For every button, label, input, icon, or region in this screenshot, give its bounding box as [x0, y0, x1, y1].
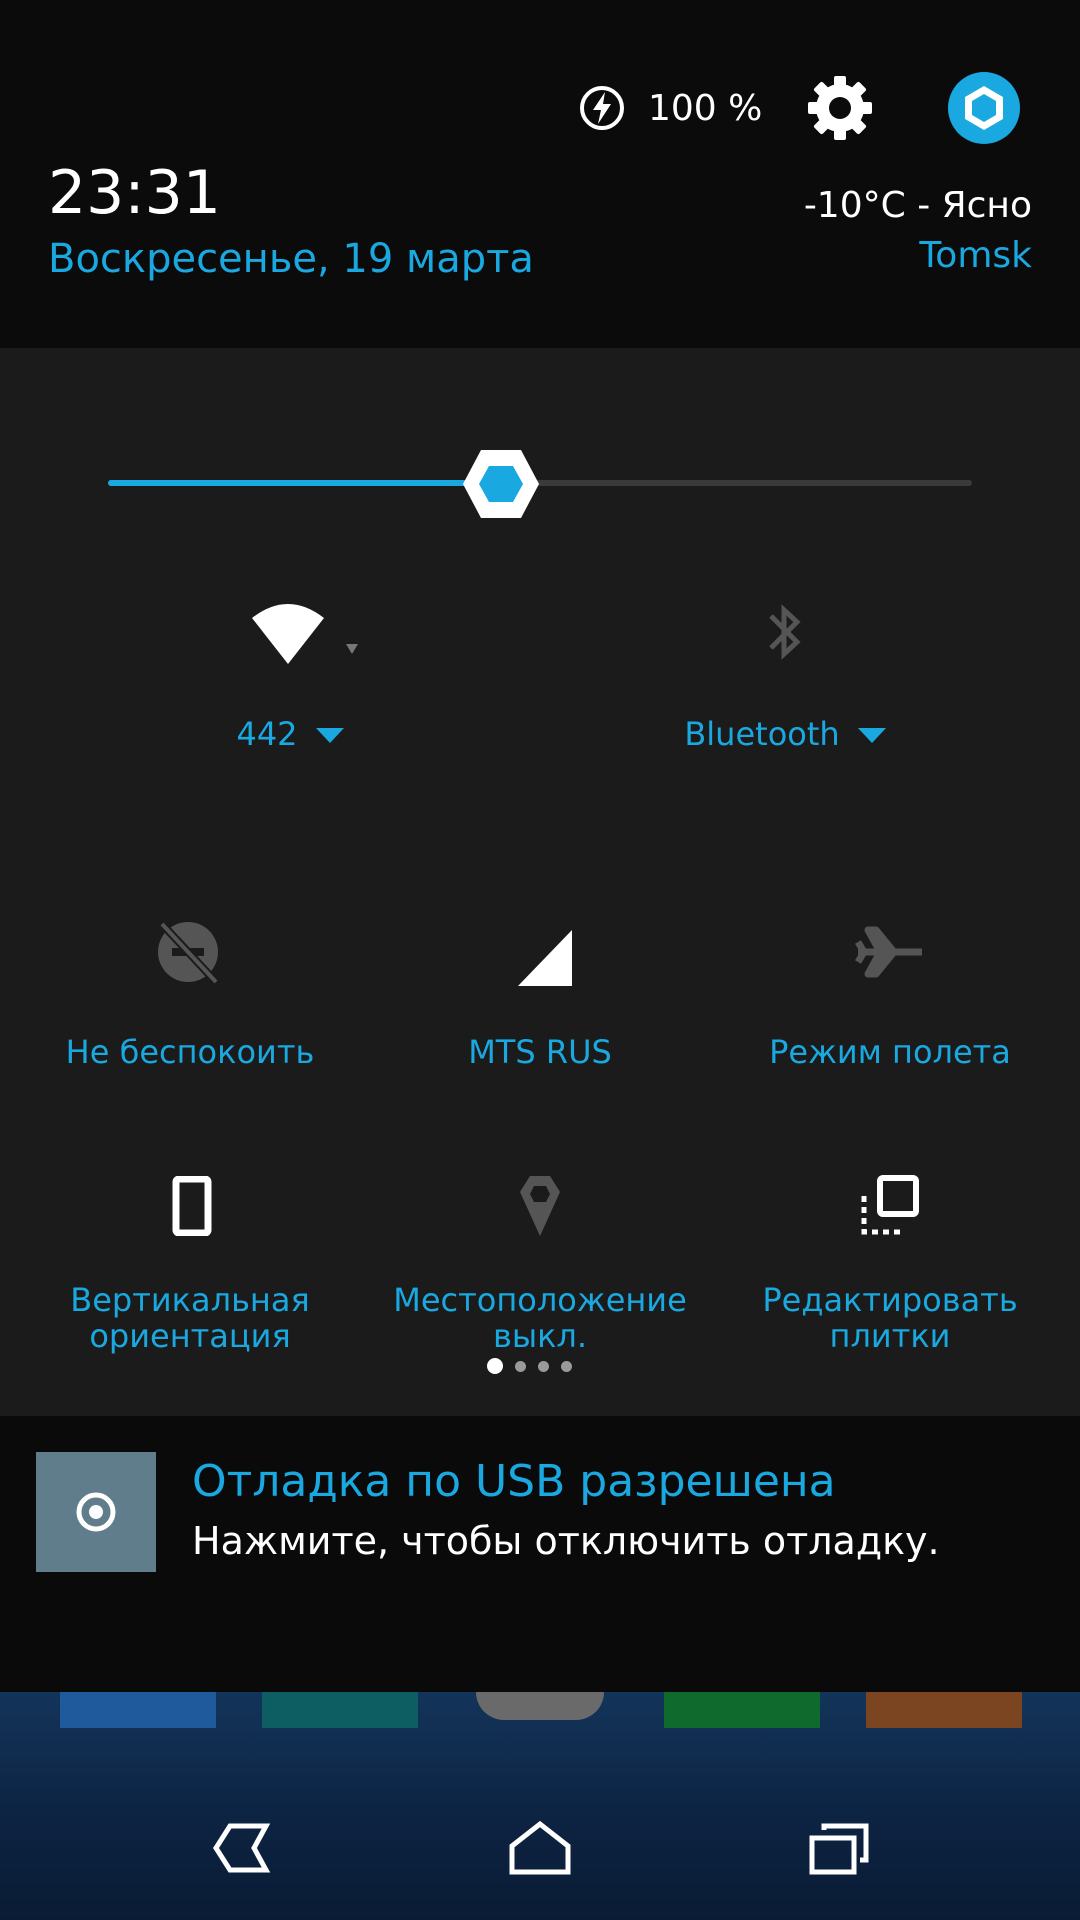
dock-app-2 [262, 1692, 418, 1728]
mobile-network-label: MTS RUS [468, 1033, 612, 1071]
cellular-signal-icon [518, 930, 572, 986]
page-dot[interactable] [515, 1360, 526, 1372]
notification-usb-debugging[interactable]: Отладка по USB разрешена Нажмите, чтобы … [0, 1416, 1080, 1692]
notification-title: Отладка по USB разрешена [192, 1456, 836, 1507]
tile-airplane-mode[interactable]: Режим полета [740, 908, 1040, 1070]
wifi-icon [252, 604, 358, 664]
location-label-line2: выкл. [492, 1317, 588, 1355]
bluetooth-dropdown-icon[interactable] [857, 727, 886, 743]
battery-charging-icon [580, 86, 624, 130]
weather-city[interactable]: Tomsk [919, 234, 1032, 278]
page-dot[interactable] [487, 1358, 503, 1374]
wifi-dropdown-icon[interactable] [315, 727, 344, 743]
dock-app-5 [866, 1692, 1022, 1728]
usb-debug-icon [76, 1492, 116, 1532]
edit-tiles-icon [861, 1175, 919, 1235]
bluetooth-label: Bluetooth [684, 715, 840, 753]
back-button-icon[interactable] [210, 1820, 274, 1876]
status-header: 100 % 23:31 Воскресенье, 19 марта -10°C … [0, 0, 1080, 348]
recents-button-icon[interactable] [808, 1820, 872, 1876]
quick-settings-panel: 442 Bluetooth Не беспокоить MTS RUS Режи… [0, 348, 1080, 1416]
date-text[interactable]: Воскресенье, 19 марта [48, 234, 534, 284]
weather-text[interactable]: -10°C - Ясно [804, 184, 1032, 228]
brightness-slider[interactable] [108, 450, 972, 518]
page-dot[interactable] [561, 1360, 572, 1372]
tile-edit[interactable]: Редактировать плитки [740, 1168, 1040, 1354]
page-dot[interactable] [538, 1360, 549, 1372]
edit-label-line2: плитки [829, 1317, 951, 1355]
rotation-label-line1: Вертикальная [70, 1281, 310, 1319]
notification-text: Нажмите, чтобы отключить отладку. [192, 1519, 940, 1563]
edit-label-line1: Редактировать [762, 1281, 1018, 1319]
tile-rotation[interactable]: Вертикальная ориентация [40, 1168, 340, 1354]
tile-mobile-network[interactable]: MTS RUS [390, 908, 690, 1070]
tile-wifi[interactable]: 442 [190, 588, 390, 752]
portrait-orientation-icon [172, 1176, 212, 1236]
brightness-thumb-icon[interactable] [461, 448, 541, 520]
location-label-line1: Местоположение [393, 1281, 687, 1319]
battery-percent: 100 % [648, 88, 763, 129]
location-off-icon [520, 1176, 560, 1236]
dock-app-1 [60, 1692, 216, 1728]
do-not-disturb-icon [158, 921, 219, 985]
bluetooth-icon [769, 604, 801, 660]
brightness-fill [108, 480, 501, 486]
wifi-network-label: 442 [236, 715, 298, 753]
rotation-label-line2: ориентация [89, 1317, 291, 1355]
home-button-icon[interactable] [508, 1820, 572, 1876]
tile-bluetooth[interactable]: Bluetooth [640, 588, 930, 752]
dnd-label: Не беспокоить [65, 1033, 315, 1071]
clock-time[interactable]: 23:31 [48, 158, 221, 228]
airplane-label: Режим полета [769, 1033, 1011, 1071]
notification-app-icon [36, 1452, 156, 1572]
dock-app-4 [664, 1692, 820, 1728]
user-profile-icon[interactable] [948, 72, 1020, 144]
page-indicator[interactable] [487, 1356, 572, 1376]
home-screen-background [0, 1692, 1080, 1920]
tile-location[interactable]: Местоположение выкл. [390, 1168, 690, 1354]
settings-gear-icon[interactable] [806, 74, 874, 142]
dock-app-3 [476, 1692, 604, 1720]
airplane-icon [854, 926, 922, 978]
tile-do-not-disturb[interactable]: Не беспокоить [40, 908, 340, 1070]
